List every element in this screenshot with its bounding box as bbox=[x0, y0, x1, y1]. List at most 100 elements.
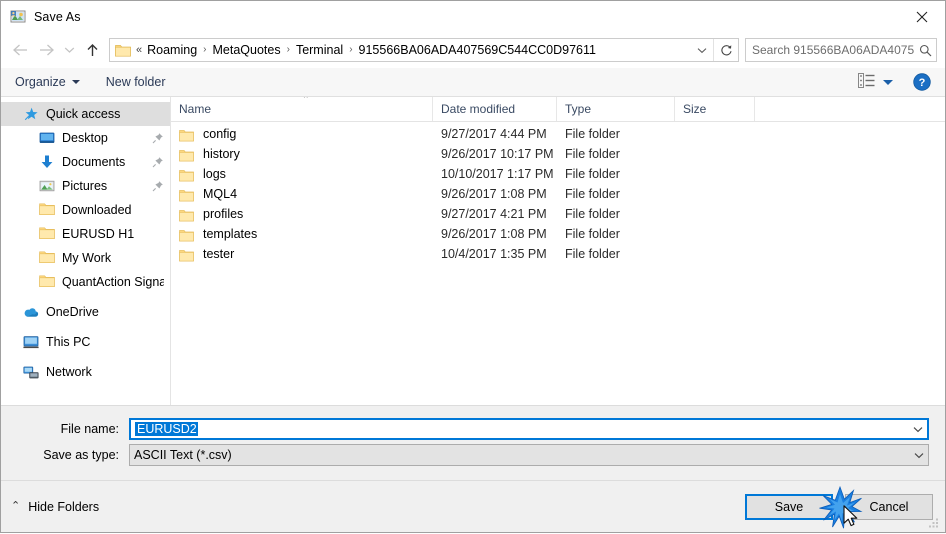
sidebar-item-label: OneDrive bbox=[46, 305, 99, 319]
organize-button[interactable]: Organize bbox=[15, 75, 80, 89]
file-date-cell: 9/27/2017 4:21 PM bbox=[441, 207, 547, 221]
breadcrumb-separator-icon[interactable]: › bbox=[284, 45, 293, 55]
folder-icon bbox=[179, 148, 194, 161]
file-name-cell: profiles bbox=[171, 204, 433, 224]
sidebar-item-eurusd-h1[interactable]: EURUSD H1 bbox=[1, 222, 170, 246]
table-row[interactable]: tester 10/4/2017 1:35 PM File folder bbox=[171, 244, 945, 264]
breadcrumb-item-instance[interactable]: 915566BA06ADA407569C544CC0D97611 bbox=[356, 43, 599, 57]
breadcrumb-separator-icon[interactable]: › bbox=[200, 45, 209, 55]
sidebar-item-documents[interactable]: Documents bbox=[1, 150, 170, 174]
breadcrumb-separator-icon[interactable]: › bbox=[346, 45, 355, 55]
table-row[interactable]: logs 10/10/2017 1:17 PM File folder bbox=[171, 164, 945, 184]
column-header-type[interactable]: Type bbox=[557, 97, 675, 121]
file-date-cell: 9/26/2017 1:08 PM bbox=[441, 187, 547, 201]
column-header-name[interactable]: Name ⌃ bbox=[171, 97, 433, 121]
address-dropdown-icon[interactable] bbox=[691, 39, 713, 61]
file-name-cell: history bbox=[171, 144, 433, 164]
column-header-date-modified[interactable]: Date modified bbox=[433, 97, 557, 121]
cancel-button[interactable]: Cancel bbox=[845, 493, 933, 520]
pin-icon[interactable] bbox=[152, 156, 164, 168]
footer-buttons: Save Cancel bbox=[745, 485, 933, 528]
this-pc-icon bbox=[23, 334, 39, 350]
recent-locations-chevron-icon[interactable] bbox=[59, 37, 79, 63]
search-input[interactable]: Search 915566BA06ADA40756... bbox=[745, 38, 937, 62]
documents-download-icon bbox=[39, 154, 55, 170]
table-row[interactable]: config 9/27/2017 4:44 PM File folder bbox=[171, 124, 945, 144]
column-header-size[interactable]: Size bbox=[675, 97, 755, 121]
sidebar-item-my-work[interactable]: My Work bbox=[1, 246, 170, 270]
chevron-down-icon[interactable] bbox=[910, 452, 928, 459]
save-button[interactable]: Save bbox=[745, 493, 833, 520]
hide-folders-button[interactable]: ⌃ Hide Folders bbox=[11, 500, 99, 514]
sidebar-item-onedrive[interactable]: OneDrive bbox=[1, 300, 170, 324]
svg-text:?: ? bbox=[919, 77, 926, 89]
chevron-up-icon: ⌃ bbox=[11, 500, 21, 512]
save-form: File name: EURUSD2 Save as type: ASCII T… bbox=[1, 406, 945, 480]
table-row[interactable]: templates 9/26/2017 1:08 PM File folder bbox=[171, 224, 945, 244]
sidebar-item-quantaction-signal[interactable]: QuantAction Signal bbox=[1, 270, 170, 294]
breadcrumb-item-roaming[interactable]: Roaming bbox=[144, 43, 200, 57]
sidebar-item-this-pc[interactable]: This PC bbox=[1, 330, 170, 354]
help-icon[interactable]: ? bbox=[913, 73, 931, 91]
breadcrumb-lead[interactable]: « bbox=[136, 44, 144, 56]
pin-icon[interactable] bbox=[152, 180, 164, 192]
chevron-down-icon[interactable] bbox=[909, 426, 927, 433]
folder-icon bbox=[179, 128, 194, 141]
change-view-button[interactable] bbox=[858, 73, 893, 91]
file-size-cell bbox=[675, 244, 755, 264]
table-row[interactable]: MQL4 9/26/2017 1:08 PM File folder bbox=[171, 184, 945, 204]
back-arrow-icon[interactable] bbox=[7, 37, 33, 63]
toolbar-right-group: ? bbox=[858, 73, 937, 91]
save-as-dialog: Save As « Roaming › MetaQuotes › Termina… bbox=[0, 0, 946, 533]
search-icon bbox=[914, 44, 936, 57]
organize-label: Organize bbox=[15, 75, 66, 89]
file-name-input[interactable]: EURUSD2 bbox=[129, 418, 929, 440]
pin-icon[interactable] bbox=[152, 132, 164, 144]
close-button[interactable] bbox=[899, 1, 945, 32]
file-name-cell: templates bbox=[171, 224, 433, 244]
column-header-label: Name bbox=[179, 102, 212, 116]
breadcrumb: « Roaming › MetaQuotes › Terminal › 9155… bbox=[136, 43, 691, 57]
table-row[interactable]: profiles 9/27/2017 4:21 PM File folder bbox=[171, 204, 945, 224]
address-bar[interactable]: « Roaming › MetaQuotes › Terminal › 9155… bbox=[109, 38, 739, 62]
save-as-type-row: Save as type: ASCII Text (*.csv) bbox=[17, 444, 929, 466]
file-name-cell: MQL4 bbox=[171, 184, 433, 204]
folder-icon bbox=[39, 226, 55, 242]
resize-grip[interactable] bbox=[928, 516, 941, 529]
file-name-cell: logs bbox=[171, 164, 433, 184]
sidebar-item-pictures[interactable]: Pictures bbox=[1, 174, 170, 198]
file-type-cell: File folder bbox=[565, 247, 620, 261]
save-button-label: Save bbox=[774, 499, 804, 514]
file-type-cell: File folder bbox=[565, 167, 620, 181]
sidebar-item-label: EURUSD H1 bbox=[62, 227, 135, 241]
breadcrumb-item-terminal[interactable]: Terminal bbox=[293, 43, 346, 57]
sidebar-item-network[interactable]: Network bbox=[1, 360, 170, 384]
window-title: Save As bbox=[34, 9, 81, 24]
forward-arrow-icon[interactable] bbox=[33, 37, 59, 63]
sidebar-item-label: My Work bbox=[62, 251, 112, 265]
save-as-type-select[interactable]: ASCII Text (*.csv) bbox=[129, 444, 929, 466]
up-arrow-icon[interactable] bbox=[79, 37, 105, 63]
file-size-cell bbox=[675, 184, 755, 204]
new-folder-button[interactable]: New folder bbox=[106, 75, 166, 89]
file-name-value: EURUSD2 bbox=[135, 422, 198, 436]
network-icon bbox=[23, 364, 39, 380]
sidebar-item-downloaded[interactable]: Downloaded bbox=[1, 198, 170, 222]
file-type-cell: File folder bbox=[565, 127, 620, 141]
file-type-cell: File folder bbox=[565, 207, 620, 221]
chevron-down-icon bbox=[883, 79, 893, 85]
breadcrumb-item-metaquotes[interactable]: MetaQuotes bbox=[210, 43, 284, 57]
sidebar-item-quick-access[interactable]: Quick access bbox=[1, 102, 170, 126]
file-type-cell: File folder bbox=[565, 187, 620, 201]
file-date-cell: 9/26/2017 1:08 PM bbox=[441, 227, 547, 241]
refresh-icon[interactable] bbox=[714, 39, 738, 61]
file-date-cell: 10/4/2017 1:35 PM bbox=[441, 247, 547, 261]
file-list-pane: Name ⌃ Date modified Type Size config 9/… bbox=[171, 97, 945, 405]
quick-access-star-icon bbox=[23, 106, 39, 122]
sidebar-item-label: Documents bbox=[62, 155, 126, 169]
file-name-label: logs bbox=[203, 167, 226, 181]
table-row[interactable]: history 9/26/2017 10:17 PM File folder bbox=[171, 144, 945, 164]
file-name-cell: config bbox=[171, 124, 433, 144]
sidebar-item-desktop[interactable]: Desktop bbox=[1, 126, 170, 150]
pictures-icon bbox=[39, 178, 55, 194]
